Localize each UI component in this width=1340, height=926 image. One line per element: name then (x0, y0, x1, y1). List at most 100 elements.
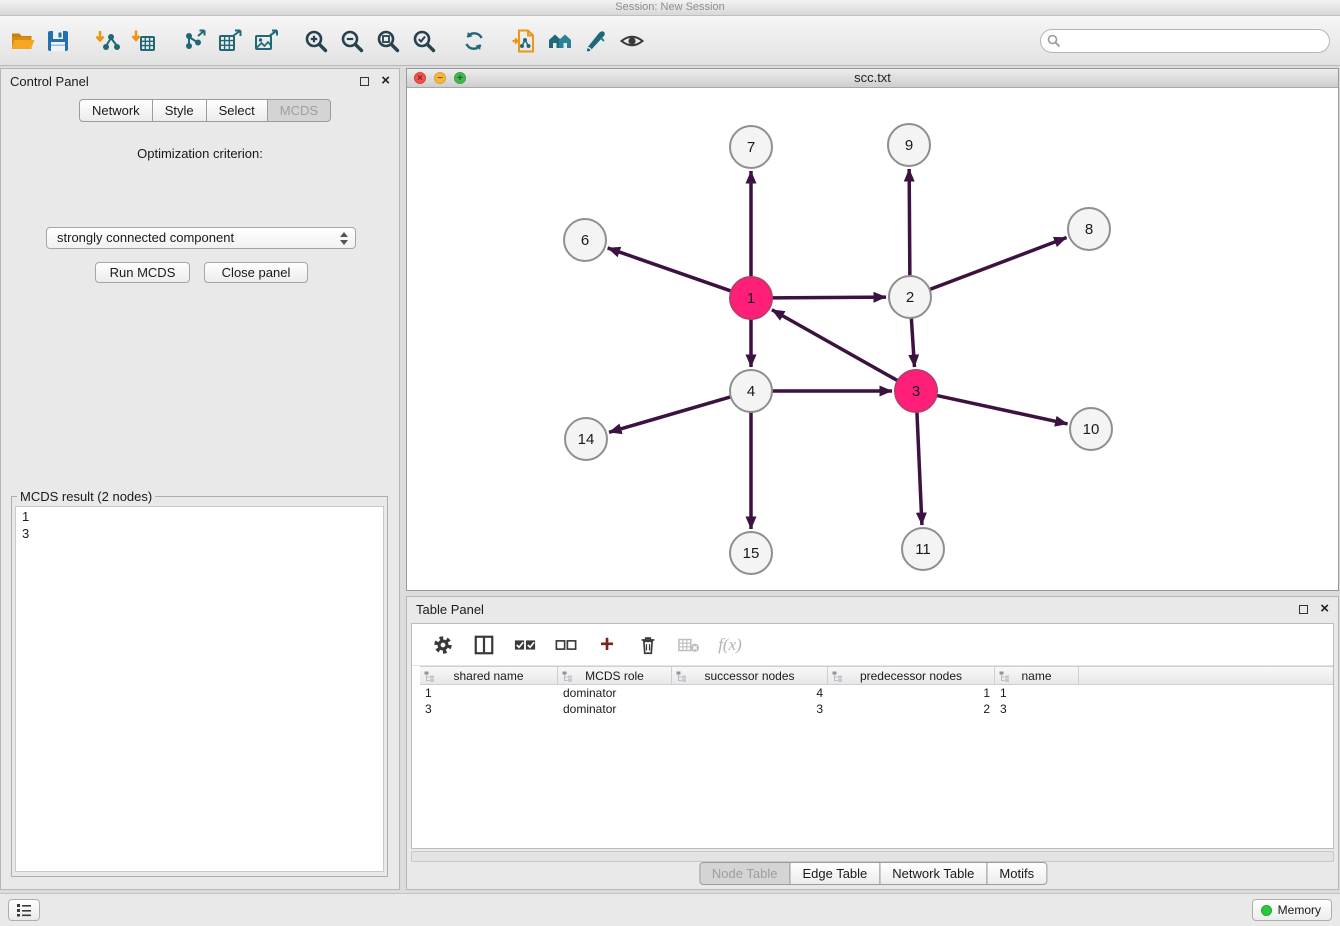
zoom-out-icon[interactable] (334, 23, 370, 59)
function-builder-icon: f(x) (717, 632, 743, 658)
column-header-predecessor-nodes[interactable]: predecessor nodes (828, 667, 995, 684)
graph-node-label: 4 (747, 383, 755, 400)
graph-node-label: 10 (1083, 421, 1100, 438)
cell-successor-nodes[interactable]: 4 (672, 685, 828, 701)
graph-edge-4-14[interactable] (609, 397, 731, 432)
cell-successor-nodes[interactable]: 3 (672, 701, 828, 717)
zoom-selected-icon[interactable] (406, 23, 442, 59)
import-network-icon[interactable] (90, 23, 126, 59)
import-table-icon[interactable] (126, 23, 162, 59)
table-row[interactable]: 1 dominator 4 1 1 (420, 685, 1333, 701)
table-row[interactable]: 3 dominator 3 2 3 (420, 701, 1333, 717)
column-type-icon (676, 671, 687, 682)
graph-edge-3-10[interactable] (937, 395, 1068, 423)
mcds-result-title: MCDS result (2 nodes) (17, 489, 155, 504)
network-window-titlebar[interactable]: × − + scc.txt (407, 69, 1338, 88)
graph-edge-1-2[interactable] (772, 297, 886, 298)
minimize-window-icon[interactable]: − (434, 72, 446, 84)
tab-mcds[interactable]: MCDS (267, 99, 331, 122)
export-image-icon[interactable] (248, 23, 284, 59)
close-window-icon[interactable]: × (414, 72, 426, 84)
control-panel-header: Control Panel × (1, 69, 399, 93)
settings-gear-icon[interactable] (430, 632, 456, 658)
tab-style[interactable]: Style (152, 99, 207, 122)
graph-edge-2-3[interactable] (911, 318, 914, 367)
cell-mcds-role[interactable]: dominator (558, 701, 672, 717)
memory-status-icon (1261, 905, 1272, 916)
refresh-icon[interactable] (456, 23, 492, 59)
graph-edge-3-11[interactable] (917, 412, 922, 525)
table-toolbar: + f(x) (412, 624, 1333, 666)
export-network-icon[interactable] (176, 23, 212, 59)
cell-name[interactable]: 3 (995, 701, 1079, 717)
graph-node-label: 15 (743, 545, 760, 562)
control-panel-tabs: Network Style Select MCDS (1, 99, 399, 122)
close-panel-icon[interactable]: × (381, 76, 390, 86)
memory-button[interactable]: Memory (1252, 899, 1332, 921)
export-table-icon[interactable] (212, 23, 248, 59)
graph-node-label: 8 (1085, 221, 1093, 238)
zoom-in-icon[interactable] (298, 23, 334, 59)
unselect-all-icon[interactable] (553, 632, 579, 658)
graph-node-label: 11 (915, 541, 931, 558)
cell-mcds-role[interactable]: dominator (558, 685, 672, 701)
graph-edge-2-9[interactable] (909, 169, 910, 276)
close-table-panel-icon[interactable]: × (1320, 604, 1329, 614)
main-toolbar (0, 16, 1340, 66)
float-table-panel-icon[interactable] (1299, 605, 1308, 614)
control-panel-title: Control Panel (10, 74, 89, 89)
graph-edge-3-1[interactable] (772, 310, 898, 381)
cell-shared-name[interactable]: 1 (420, 685, 558, 701)
network-graph[interactable]: 7968124310141511 (407, 88, 1338, 590)
search-input[interactable] (1040, 29, 1330, 53)
cell-name[interactable]: 1 (995, 685, 1079, 701)
select-all-icon[interactable] (512, 632, 538, 658)
horizontal-scrollbar[interactable] (411, 851, 1334, 862)
select-arrows-icon (340, 232, 348, 246)
toolbar-search (1040, 29, 1330, 53)
tab-edge-table[interactable]: Edge Table (789, 862, 880, 885)
show-columns-icon[interactable] (471, 632, 497, 658)
tab-network-table[interactable]: Network Table (879, 862, 987, 885)
status-bar: Memory (0, 893, 1340, 926)
home-icon[interactable] (542, 23, 578, 59)
cell-predecessor-nodes[interactable]: 2 (828, 701, 995, 717)
tab-motifs[interactable]: Motifs (986, 862, 1047, 885)
apply-style-icon[interactable] (578, 23, 614, 59)
column-type-icon (424, 671, 435, 682)
cell-predecessor-nodes[interactable]: 1 (828, 685, 995, 701)
open-session-icon[interactable] (4, 23, 40, 59)
column-header-successor-nodes[interactable]: successor nodes (672, 667, 828, 684)
column-header-name[interactable]: name (995, 667, 1079, 684)
mcds-result-line: 1 (22, 508, 377, 525)
cell-shared-name[interactable]: 3 (420, 701, 558, 717)
show-hide-icon[interactable] (614, 23, 650, 59)
column-header-mcds-role[interactable]: MCDS role (558, 667, 672, 684)
graph-edge-1-6[interactable] (608, 248, 732, 291)
float-panel-icon[interactable] (360, 77, 369, 86)
tab-node-table[interactable]: Node Table (699, 862, 791, 885)
network-canvas[interactable]: 7968124310141511 (407, 88, 1338, 590)
window-titlebar: Session: New Session (0, 0, 1340, 16)
mcds-result-list[interactable]: 1 3 (15, 506, 384, 872)
task-history-button[interactable] (8, 899, 40, 921)
table-panel: Table Panel × + f(x) (406, 596, 1339, 890)
close-panel-button[interactable]: Close panel (204, 262, 308, 283)
add-row-icon[interactable]: + (594, 632, 620, 658)
control-panel: Control Panel × Network Style Select MCD… (0, 68, 400, 890)
graph-node-label: 1 (747, 290, 755, 307)
save-session-icon[interactable] (40, 23, 76, 59)
optimization-select[interactable]: strongly connected component (46, 227, 356, 249)
zoom-fit-icon[interactable] (370, 23, 406, 59)
graph-node-label: 3 (912, 383, 920, 400)
column-header-shared-name[interactable]: shared name (420, 667, 558, 684)
tab-network[interactable]: Network (79, 99, 153, 122)
delete-table-icon (676, 632, 702, 658)
run-mcds-button[interactable]: Run MCDS (95, 262, 190, 283)
graph-edge-2-8[interactable] (930, 238, 1067, 290)
network-document-icon[interactable] (506, 23, 542, 59)
maximize-window-icon[interactable]: + (454, 72, 466, 84)
delete-row-icon[interactable] (635, 632, 661, 658)
table-header-row: shared name MCDS role successor nodes pr… (420, 666, 1333, 685)
tab-select[interactable]: Select (206, 99, 268, 122)
